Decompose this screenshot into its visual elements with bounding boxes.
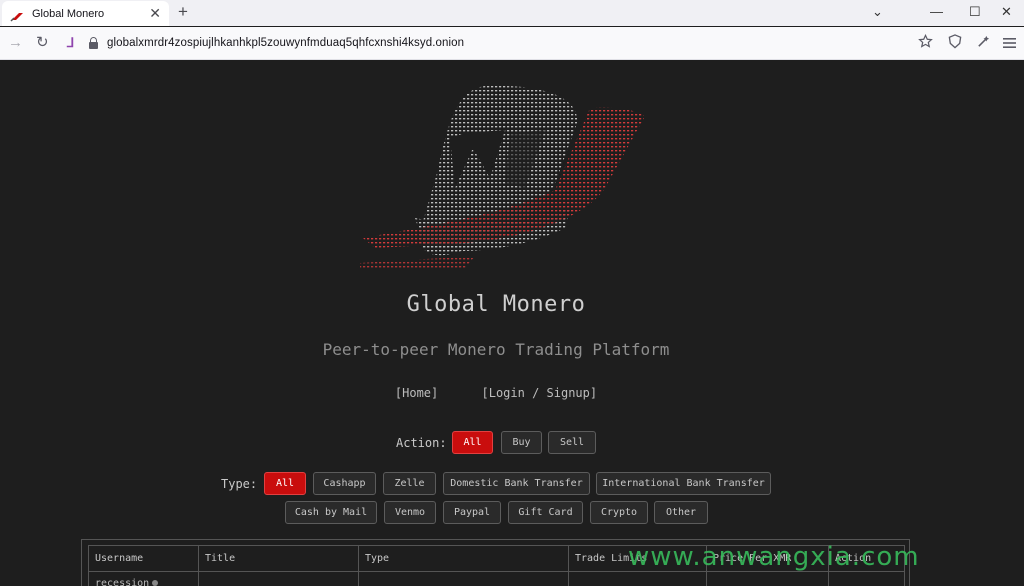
tab-title: Global Monero	[32, 7, 105, 20]
monero-logo-icon	[360, 85, 645, 268]
action-buy-button[interactable]: Buy	[501, 431, 542, 454]
site-subtitle: Peer-to-peer Monero Trading Platform	[322, 340, 670, 359]
trade-limits-cell	[568, 571, 707, 586]
watermark: www.anwangxia.com	[628, 542, 920, 572]
username-cell[interactable]: recession	[88, 571, 199, 586]
minimize-button[interactable]: —	[930, 4, 943, 20]
site-title: Global Monero	[406, 292, 586, 317]
action-all-button[interactable]: All	[452, 431, 493, 454]
action-filter-label: Action:	[396, 436, 447, 450]
title-cell	[198, 571, 359, 586]
column-header-username[interactable]: Username	[88, 545, 199, 572]
action-cell[interactable]	[828, 571, 905, 586]
table-row[interactable]: recession	[88, 571, 905, 586]
nav-link-login-signup[interactable]: [Login / Signup]	[482, 386, 598, 400]
column-header-type[interactable]: Type	[358, 545, 569, 572]
type-all-button[interactable]: All	[264, 472, 306, 495]
shield-icon[interactable]	[948, 34, 962, 54]
action-sell-button[interactable]: Sell	[548, 431, 596, 454]
maximize-button[interactable]: ☐	[969, 4, 981, 20]
new-tab-button[interactable]: +	[178, 3, 188, 21]
type-gift-card-button[interactable]: Gift Card	[508, 501, 583, 524]
type-domestic-bank-transfer-button[interactable]: Domestic Bank Transfer	[443, 472, 590, 495]
menu-icon[interactable]	[1003, 36, 1016, 54]
type-crypto-button[interactable]: Crypto	[590, 501, 648, 524]
type-cashapp-button[interactable]: Cashapp	[313, 472, 376, 495]
type-other-button[interactable]: Other	[654, 501, 708, 524]
type-filter-label: Type:	[221, 477, 258, 491]
new-identity-icon[interactable]	[976, 34, 991, 54]
browser-nav-bar: → ↻ ⅃ globalxmrdr4zospiujlhkanhkpl5zouwy…	[0, 27, 1024, 60]
tor-circuit-icon[interactable]: ⅃	[67, 35, 74, 51]
type-international-bank-transfer-button[interactable]: International Bank Transfer	[596, 472, 771, 495]
type-zelle-button[interactable]: Zelle	[383, 472, 436, 495]
page-content: Global Monero Peer-to-peer Monero Tradin…	[0, 60, 1024, 586]
site-nav: [Home] [Login / Signup]	[0, 386, 992, 400]
type-cell	[358, 571, 569, 586]
type-cash-by-mail-button[interactable]: Cash by Mail	[285, 501, 377, 524]
price-cell	[706, 571, 829, 586]
reload-icon[interactable]: ↻	[36, 34, 49, 52]
browser-tab[interactable]: Global Monero ✕	[2, 1, 169, 26]
browser-tab-bar: Global Monero ✕ + ⌄ — ☐ ✕	[0, 0, 1024, 26]
lock-icon[interactable]	[89, 37, 98, 49]
forward-icon[interactable]: →	[8, 34, 23, 52]
nav-link-home[interactable]: [Home]	[395, 386, 438, 400]
address-bar[interactable]: globalxmrdr4zospiujlhkanhkpl5zouwynfmdua…	[107, 37, 464, 49]
type-venmo-button[interactable]: Venmo	[384, 501, 436, 524]
online-status-icon	[152, 580, 159, 586]
tab-list-icon[interactable]: ⌄	[872, 4, 883, 20]
column-header-title[interactable]: Title	[198, 545, 359, 572]
username-text[interactable]: recession	[95, 578, 149, 586]
tab-close-icon[interactable]: ✕	[149, 5, 161, 21]
type-paypal-button[interactable]: Paypal	[443, 501, 501, 524]
bookmark-star-icon[interactable]	[918, 33, 933, 54]
close-window-button[interactable]: ✕	[1001, 4, 1012, 20]
site-favicon-icon	[10, 9, 24, 22]
